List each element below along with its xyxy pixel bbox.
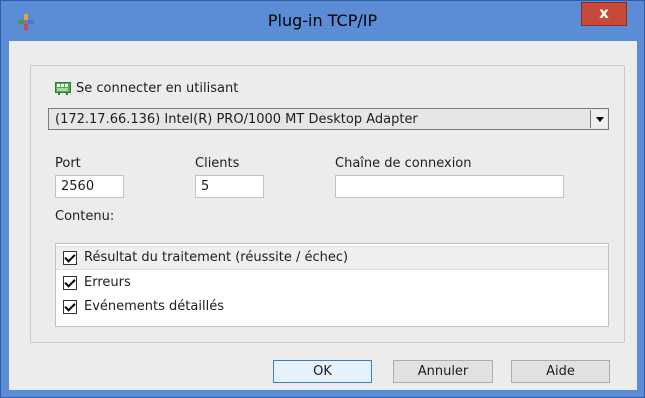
port-field[interactable]: 2560 <box>55 175 124 198</box>
port-label: Port <box>55 156 81 171</box>
close-button[interactable]: x <box>581 2 627 26</box>
checkbox-errors[interactable] <box>63 276 77 290</box>
help-button[interactable]: Aide <box>511 360 610 383</box>
content-checklist: Résultat du traitement (réussite / échec… <box>55 243 609 327</box>
checkbox-result[interactable] <box>63 251 77 265</box>
list-item[interactable]: Résultat du traitement (réussite / échec… <box>56 246 608 270</box>
dialog-body: Se connecter en utilisant (172.17.66.136… <box>9 41 637 390</box>
connection-string-label: Chaîne de connexion <box>335 156 472 171</box>
connection-group-label: Se connecter en utilisant <box>76 81 239 96</box>
list-item[interactable]: Erreurs <box>56 272 608 296</box>
dialog-window: Plug-in TCP/IP x Se connecter en utilisa… <box>0 0 645 398</box>
checkbox-events[interactable] <box>63 300 77 314</box>
adapter-selected-value: (172.17.66.136) Intel(R) PRO/1000 MT Des… <box>55 112 418 127</box>
title-bar[interactable]: Plug-in TCP/IP x <box>1 1 644 41</box>
check-label-result: Résultat du traitement (réussite / échec… <box>84 250 349 265</box>
check-label-events: Evénements détaillés <box>84 299 224 314</box>
chevron-down-icon[interactable] <box>590 110 607 128</box>
check-label-errors: Erreurs <box>84 275 131 290</box>
network-card-icon <box>55 82 71 95</box>
cancel-button[interactable]: Annuler <box>393 360 493 383</box>
content-label: Contenu: <box>55 209 115 224</box>
connection-string-field[interactable] <box>335 175 564 198</box>
ok-button[interactable]: OK <box>273 360 372 383</box>
window-title: Plug-in TCP/IP <box>267 11 378 30</box>
clients-label: Clients <box>195 156 240 171</box>
list-item[interactable]: Evénements détaillés <box>56 296 608 320</box>
clients-field[interactable]: 5 <box>195 175 264 198</box>
adapter-select[interactable]: (172.17.66.136) Intel(R) PRO/1000 MT Des… <box>48 108 609 130</box>
